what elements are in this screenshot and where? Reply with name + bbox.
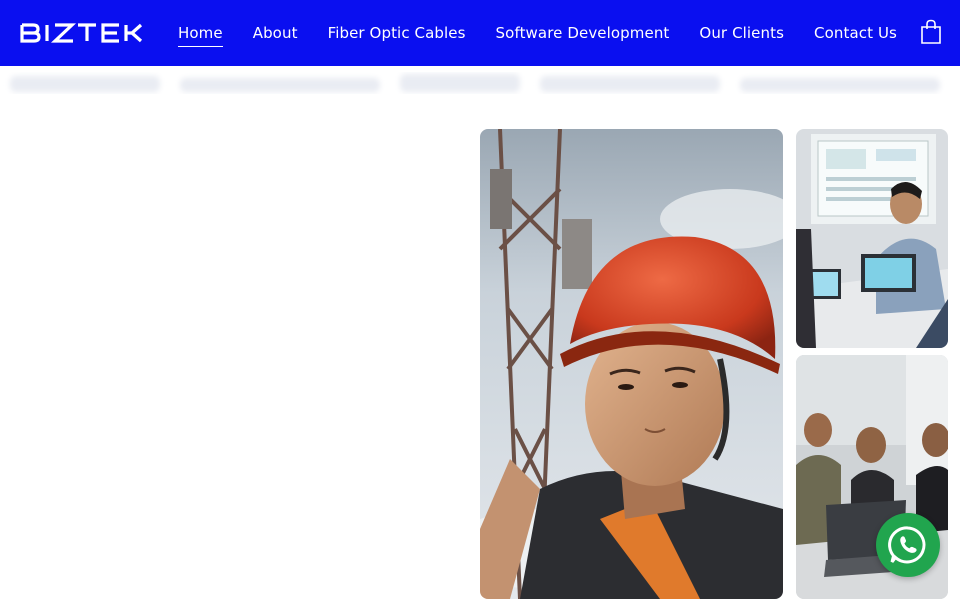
shopping-bag-icon[interactable] [919,19,943,45]
nav-software-development[interactable]: Software Development [496,24,670,42]
nav-fiber-optic-cables[interactable]: Fiber Optic Cables [328,24,466,42]
nav-our-clients[interactable]: Our Clients [699,24,784,42]
site-header: Home About Fiber Optic Cables Software D… [0,0,960,66]
site-logo[interactable] [20,23,144,43]
nav-home[interactable]: Home [178,24,223,47]
logo-wordmark [20,23,143,43]
nav-about[interactable]: About [253,24,298,42]
main-nav: Home About Fiber Optic Cables Software D… [178,0,927,66]
blurred-banner-strip [0,66,960,110]
whatsapp-chat-button[interactable] [876,513,940,577]
nav-contact-us[interactable]: Contact Us [814,24,897,42]
whatsapp-icon [888,526,926,564]
team-presentation-image [796,129,948,348]
engineer-hard-hat-image [480,129,783,599]
